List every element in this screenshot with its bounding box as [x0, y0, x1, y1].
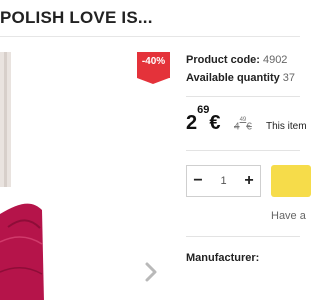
- price-currency: €: [209, 112, 221, 134]
- title-bar: POLISH LOVE IS...: [0, 0, 300, 36]
- old-price: 449€: [234, 117, 252, 133]
- quantity-decrease-button[interactable]: −: [187, 166, 209, 196]
- product-code-value: 4902: [262, 54, 288, 66]
- product-code-row: Product code: 4902: [186, 54, 287, 66]
- old-price-cents: 49: [239, 117, 247, 123]
- divider: [186, 96, 300, 97]
- divider: [186, 236, 300, 237]
- available-quantity-row: Available quantity 37: [186, 72, 295, 84]
- price-note: This item: [266, 121, 307, 132]
- quantity-increase-button[interactable]: +: [238, 166, 260, 196]
- product-code-label: Product code:: [186, 54, 260, 66]
- title-divider: [0, 36, 300, 37]
- available-quantity-value: 37: [282, 72, 295, 84]
- add-to-cart-button[interactable]: [271, 165, 311, 197]
- available-quantity-label: Available quantity: [186, 72, 280, 84]
- product-title: POLISH LOVE IS...: [0, 8, 153, 27]
- current-price: 269€: [186, 104, 221, 135]
- divider: [186, 150, 300, 151]
- quantity-stepper[interactable]: − +: [186, 165, 261, 197]
- chevron-right-icon[interactable]: [142, 258, 160, 286]
- manufacturer-label: Manufacturer:: [186, 252, 260, 264]
- price-main: 2: [186, 112, 198, 134]
- discount-badge: -40%: [137, 52, 170, 84]
- have-a-text: Have a: [271, 210, 306, 222]
- price-cents: 69: [197, 104, 210, 117]
- quantity-input[interactable]: [209, 166, 238, 196]
- old-price-main: 4: [234, 121, 240, 133]
- old-price-currency: €: [246, 121, 252, 133]
